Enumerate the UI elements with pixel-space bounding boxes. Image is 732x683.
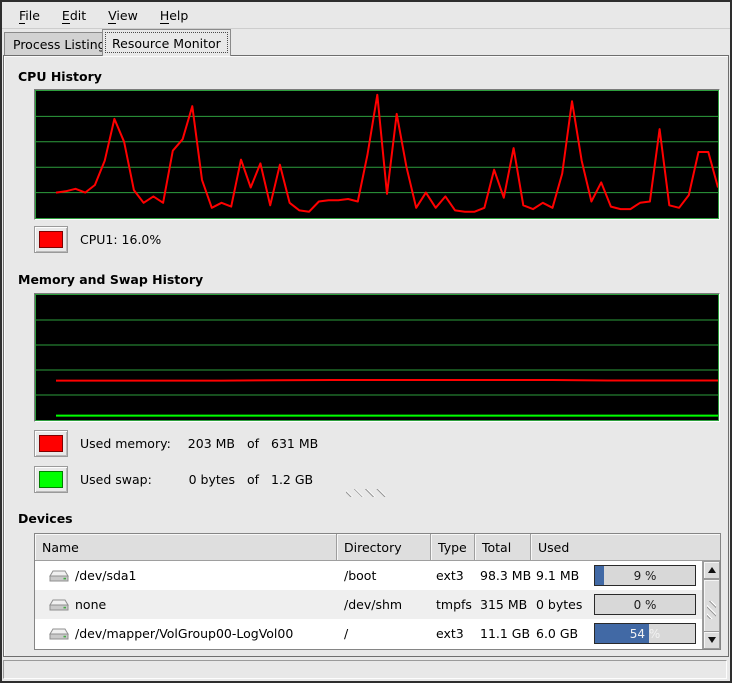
cpu-history-graph: [34, 89, 720, 220]
devices-table-header: Name Directory Type Total Used: [35, 534, 720, 561]
swap-total-value: 1.2 GB: [271, 472, 313, 487]
device-used: 0 bytes: [536, 597, 582, 612]
column-header-total[interactable]: Total: [475, 534, 531, 561]
memory-swap-title: Memory and Swap History: [18, 272, 203, 287]
cpu1-color-button[interactable]: [34, 226, 68, 253]
device-usage-bar: 54 %: [594, 623, 696, 644]
devices-table-body: /dev/sda1/bootext398.3 MB9.1 MB9 %none/d…: [35, 561, 703, 649]
usage-percent-label: 54 %: [595, 624, 695, 643]
memory-legend: Used memory: 203 MB of 631 MB: [34, 430, 318, 457]
device-directory: /: [337, 626, 431, 641]
swap-used-value: 0 bytes: [177, 472, 235, 487]
device-total: 315 MB: [475, 597, 531, 612]
device-row[interactable]: none/dev/shmtmpfs315 MB 0 bytes 0 %: [35, 590, 703, 619]
tab-process-listing[interactable]: Process Listing: [4, 32, 115, 55]
scrollbar-up-button[interactable]: [703, 561, 720, 579]
disk-drive-icon: [49, 569, 69, 583]
device-type: tmpfs: [431, 597, 475, 612]
memory-used-value: 203 MB: [177, 436, 235, 451]
column-header-used[interactable]: Used: [531, 534, 720, 561]
device-directory: /dev/shm: [337, 597, 431, 612]
memory-graph-canvas: [35, 294, 719, 421]
status-bar: [3, 660, 727, 679]
disk-drive-icon: [49, 598, 69, 612]
scrollbar-grip-icon: [707, 601, 716, 619]
scrollbar-down-button[interactable]: [703, 631, 720, 649]
menubar: File Edit View Help: [2, 2, 730, 29]
device-type: ext3: [431, 626, 475, 641]
memory-of-text: of: [241, 436, 265, 451]
tab-strip: Process Listing Resource Monitor: [2, 28, 730, 56]
cpu-history-title: CPU History: [18, 69, 102, 84]
pane-resize-grip[interactable]: [346, 489, 386, 497]
swap-color-swatch: [39, 471, 63, 488]
menu-view[interactable]: View: [97, 4, 149, 27]
device-directory: /boot: [337, 568, 431, 583]
column-header-type[interactable]: Type: [431, 534, 475, 561]
disk-drive-icon: [49, 627, 69, 641]
device-used-cell: 6.0 GB 54 %: [531, 623, 703, 644]
device-total: 98.3 MB: [475, 568, 531, 583]
device-used-cell: 0 bytes 0 %: [531, 594, 703, 615]
device-used: 9.1 MB: [536, 568, 579, 583]
column-header-name[interactable]: Name: [35, 534, 337, 561]
devices-title: Devices: [18, 511, 73, 526]
device-name: /dev/sda1: [75, 568, 137, 583]
swap-legend: Used swap: 0 bytes of 1.2 GB: [34, 466, 313, 493]
swap-color-button[interactable]: [34, 466, 68, 493]
column-header-directory[interactable]: Directory: [337, 534, 431, 561]
usage-percent-label: 0 %: [595, 595, 695, 614]
memory-legend-label: Used memory:: [80, 436, 177, 451]
device-used: 6.0 GB: [536, 626, 578, 641]
device-usage-bar: 0 %: [594, 594, 696, 615]
up-arrow-icon: [708, 567, 716, 573]
device-row[interactable]: /dev/sda1/bootext398.3 MB 9.1 MB 9 %: [35, 561, 703, 590]
cpu-graph-canvas: [35, 90, 719, 219]
system-monitor-window: File Edit View Help Process Listing Reso…: [0, 0, 732, 683]
device-type: ext3: [431, 568, 475, 583]
devices-scrollbar[interactable]: [702, 561, 720, 649]
device-name-cell: /dev/sda1: [35, 568, 337, 583]
device-name: none: [75, 597, 106, 612]
swap-of-text: of: [241, 472, 265, 487]
cpu1-color-swatch: [39, 231, 63, 248]
menu-edit[interactable]: Edit: [51, 4, 97, 27]
memory-total-value: 631 MB: [271, 436, 318, 451]
device-name-cell: none: [35, 597, 337, 612]
tab-resource-monitor[interactable]: Resource Monitor: [102, 29, 231, 56]
device-name-cell: /dev/mapper/VolGroup00-LogVol00: [35, 626, 337, 641]
device-used-cell: 9.1 MB 9 %: [531, 565, 703, 586]
menu-help[interactable]: Help: [149, 4, 200, 27]
devices-table: Name Directory Type Total Used /dev/sda1…: [34, 533, 721, 650]
cpu-legend: CPU1: 16.0%: [34, 226, 161, 253]
menu-file[interactable]: File: [8, 4, 51, 27]
usage-percent-label: 9 %: [595, 566, 695, 585]
memory-color-button[interactable]: [34, 430, 68, 457]
cpu1-legend-label: CPU1: 16.0%: [80, 232, 161, 247]
resource-monitor-page: CPU History CPU1: 16.0% Memory and Swap …: [3, 55, 729, 657]
device-usage-bar: 9 %: [594, 565, 696, 586]
device-total: 11.1 GB: [475, 626, 531, 641]
down-arrow-icon: [708, 637, 716, 643]
swap-legend-label: Used swap:: [80, 472, 177, 487]
device-name: /dev/mapper/VolGroup00-LogVol00: [75, 626, 293, 641]
memory-swap-graph: [34, 293, 720, 422]
memory-color-swatch: [39, 435, 63, 452]
device-row[interactable]: /dev/mapper/VolGroup00-LogVol00 /ext311.1…: [35, 619, 703, 648]
